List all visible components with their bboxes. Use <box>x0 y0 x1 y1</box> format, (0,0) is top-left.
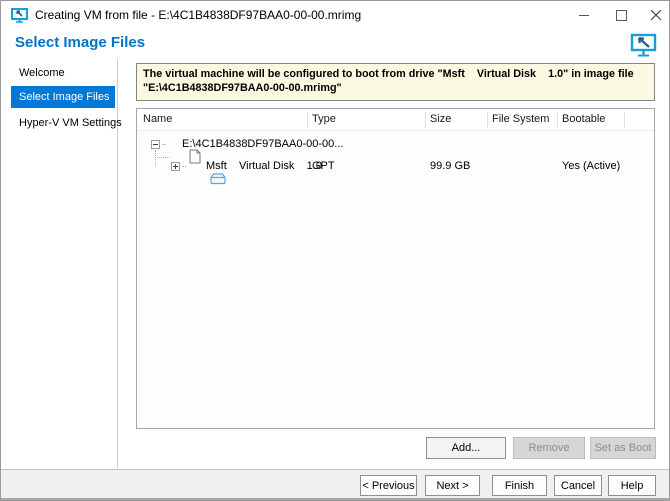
column-header-bootable[interactable]: Bootable <box>562 113 605 125</box>
wizard-window: Creating VM from file - E:\4C1B4838DF97B… <box>0 0 670 501</box>
sidebar-item-select-image-files[interactable]: Select Image Files <box>11 86 115 108</box>
add-button[interactable]: Add... <box>426 437 506 459</box>
image-files-table: Name Type Size File System Bootable E:\4… <box>136 108 655 429</box>
collapse-expander-icon[interactable] <box>151 140 160 149</box>
column-header-type[interactable]: Type <box>312 113 336 125</box>
cancel-button[interactable]: Cancel <box>554 475 602 496</box>
viboot-monitor-icon <box>630 33 657 57</box>
row-type: GPT <box>312 160 335 172</box>
boot-info-line-2: "E:\4C1B4838DF97BAA0-00-00.mrimg" <box>143 81 648 95</box>
minimize-icon <box>579 10 590 21</box>
column-header-name[interactable]: Name <box>143 113 172 125</box>
table-row-disk[interactable]: Msft Virtual Disk 1.0 GPT 99.9 GB Yes (A… <box>137 157 654 177</box>
close-button[interactable] <box>639 1 670 29</box>
table-header: Name Type Size File System Bootable <box>137 109 654 131</box>
boot-info-line-1: The virtual machine will be configured t… <box>143 67 648 81</box>
column-divider <box>557 112 558 128</box>
column-divider <box>487 112 488 128</box>
maximize-icon <box>616 10 627 21</box>
expand-expander-icon[interactable] <box>171 162 180 171</box>
finish-button[interactable]: Finish <box>492 475 547 496</box>
sidebar-item-hyperv-vm-settings[interactable]: Hyper-V VM Settings <box>11 112 115 134</box>
next-button[interactable]: Next > <box>425 475 480 496</box>
row-name: E:\4C1B4838DF97BAA0-00-00... <box>182 138 343 150</box>
row-size: 99.9 GB <box>430 160 470 172</box>
vm-monitor-icon <box>11 8 28 23</box>
boot-info-box: The virtual machine will be configured t… <box>136 63 655 101</box>
row-name: Msft Virtual Disk 1.0 <box>206 160 322 172</box>
remove-button[interactable]: Remove <box>513 437 585 459</box>
row-bootable: Yes (Active) <box>562 160 620 172</box>
sidebar-item-welcome[interactable]: Welcome <box>11 62 115 84</box>
column-divider <box>425 112 426 128</box>
column-header-size[interactable]: Size <box>430 113 451 125</box>
titlebar: Creating VM from file - E:\4C1B4838DF97B… <box>1 1 669 29</box>
column-header-file-system[interactable]: File System <box>492 113 549 125</box>
help-button[interactable]: Help <box>608 475 656 496</box>
set-as-boot-button[interactable]: Set as Boot <box>590 437 656 459</box>
maximize-button[interactable] <box>604 1 638 29</box>
table-row-image-file[interactable]: E:\4C1B4838DF97BAA0-00-00... <box>137 135 654 155</box>
close-icon <box>651 10 662 21</box>
minimize-button[interactable] <box>567 1 601 29</box>
previous-button[interactable]: < Previous <box>360 475 417 496</box>
window-title: Creating VM from file - E:\4C1B4838DF97B… <box>35 8 361 22</box>
page-title: Select Image Files <box>15 34 145 51</box>
column-divider <box>624 112 625 128</box>
column-divider <box>307 112 308 128</box>
